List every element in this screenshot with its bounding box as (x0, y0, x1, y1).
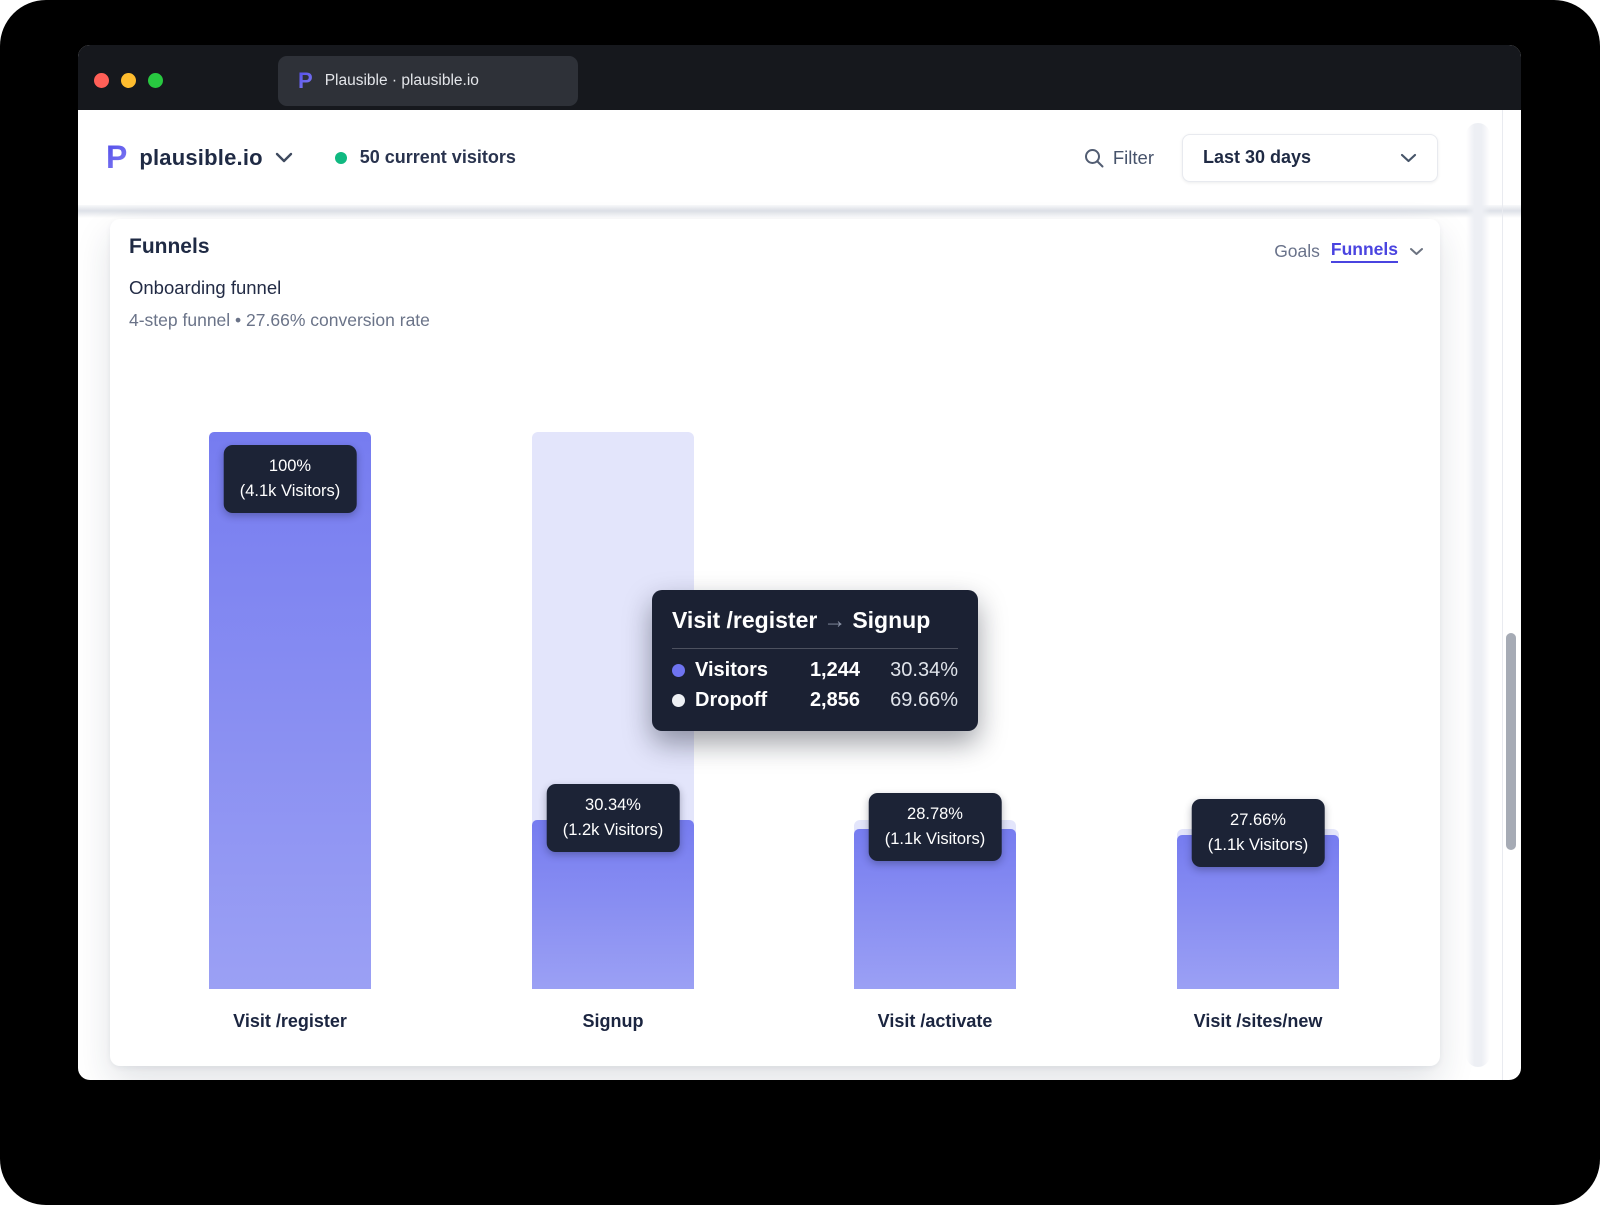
funnel-value-badge: 30.34%(1.2k Visitors) (547, 784, 680, 852)
card-title: Funnels (129, 235, 210, 259)
tooltip-step-from: Visit /register (672, 607, 817, 633)
tooltip-step-to: Signup (852, 607, 930, 633)
plausible-favicon-icon: P (298, 68, 313, 94)
funnel-bar[interactable]: 27.66%(1.1k Visitors)Visit /sites/new (1177, 432, 1339, 989)
current-visitors-label: 50 current visitors (360, 147, 516, 168)
filter-label: Filter (1113, 147, 1154, 169)
backdrop: P Plausible · plausible.io P plausible.i… (0, 0, 1600, 1205)
funnel-step-label: Signup (583, 1011, 644, 1032)
funnel-tooltip: Visit /register→Signup Visitors 1,244 30… (652, 590, 978, 731)
arrow-right-icon: → (817, 607, 852, 633)
date-range-dropdown[interactable]: Last 30 days (1182, 134, 1438, 182)
tooltip-row-dropoff: Dropoff 2,856 69.66% (672, 689, 958, 712)
tooltip-title: Visit /register→Signup (672, 607, 958, 634)
funnel-value-badge: 27.66%(1.1k Visitors) (1192, 799, 1325, 867)
funnel-step-label: Visit /sites/new (1194, 1011, 1323, 1032)
tooltip-row-value: 2,856 (778, 689, 860, 712)
funnel-chart: 27.66%(1.1k Visitors)Visit /sites/new 28.… (110, 432, 1440, 989)
tooltip-row-visitors: Visitors 1,244 30.34% (672, 659, 958, 682)
scrollbar-thumb[interactable] (1506, 633, 1516, 850)
tooltip-row-label: Dropoff (695, 689, 778, 712)
chevron-down-icon[interactable] (1409, 247, 1424, 256)
tooltip-row-pct: 30.34% (860, 659, 958, 682)
zoom-window-button[interactable] (148, 73, 163, 88)
funnel-value-badge: 28.78%(1.1k Visitors) (869, 793, 1002, 861)
site-name: plausible.io (139, 145, 262, 171)
site-switcher[interactable]: plausible.io (139, 145, 292, 171)
dashboard-topbar: P plausible.io 50 current visitors Filte… (78, 110, 1521, 205)
scroll-track-shadow (1466, 123, 1490, 1067)
tab-goals[interactable]: Goals (1274, 241, 1320, 262)
tab-funnels[interactable]: Funnels (1331, 239, 1398, 263)
header-shadow-divider (78, 205, 1521, 218)
chevron-down-icon (275, 152, 293, 163)
tooltip-divider (672, 648, 958, 649)
minimize-window-button[interactable] (121, 73, 136, 88)
funnel-value-badge: 100%(4.1k Visitors) (224, 445, 357, 513)
funnels-card: Funnels Goals Funnels Onboarding funnel … (110, 219, 1440, 1066)
funnel-subtitle: 4-step funnel • 27.66% conversion rate (129, 310, 430, 331)
dropoff-dot-icon (672, 694, 685, 707)
search-icon (1083, 147, 1105, 169)
browser-tab[interactable]: P Plausible · plausible.io (278, 56, 578, 106)
funnel-bar[interactable]: 100%(4.1k Visitors)Visit /register (209, 432, 371, 989)
scrollbar-gutter (1502, 110, 1503, 1080)
browser-window: P Plausible · plausible.io P plausible.i… (78, 45, 1521, 1080)
funnel-step-label: Visit /register (233, 1011, 347, 1032)
funnel-name: Onboarding funnel (129, 277, 281, 299)
browser-titlebar: P Plausible · plausible.io (78, 45, 1521, 110)
tooltip-row-value: 1,244 (778, 659, 860, 682)
close-window-button[interactable] (94, 73, 109, 88)
tooltip-row-label: Visitors (695, 659, 778, 682)
live-dot-icon (335, 152, 347, 164)
chevron-down-icon (1400, 153, 1417, 163)
visitors-dot-icon (672, 664, 685, 677)
date-range-value: Last 30 days (1203, 147, 1390, 168)
plausible-logo-icon: P (106, 139, 127, 176)
tooltip-row-pct: 69.66% (860, 689, 958, 712)
tab-title: Plausible · plausible.io (325, 72, 479, 90)
current-visitors[interactable]: 50 current visitors (335, 147, 516, 168)
report-view-selector: Goals Funnels (1274, 239, 1424, 263)
funnel-step-label: Visit /activate (878, 1011, 993, 1032)
funnel-bar-fill[interactable] (209, 432, 371, 989)
filter-button[interactable]: Filter (1083, 147, 1154, 169)
